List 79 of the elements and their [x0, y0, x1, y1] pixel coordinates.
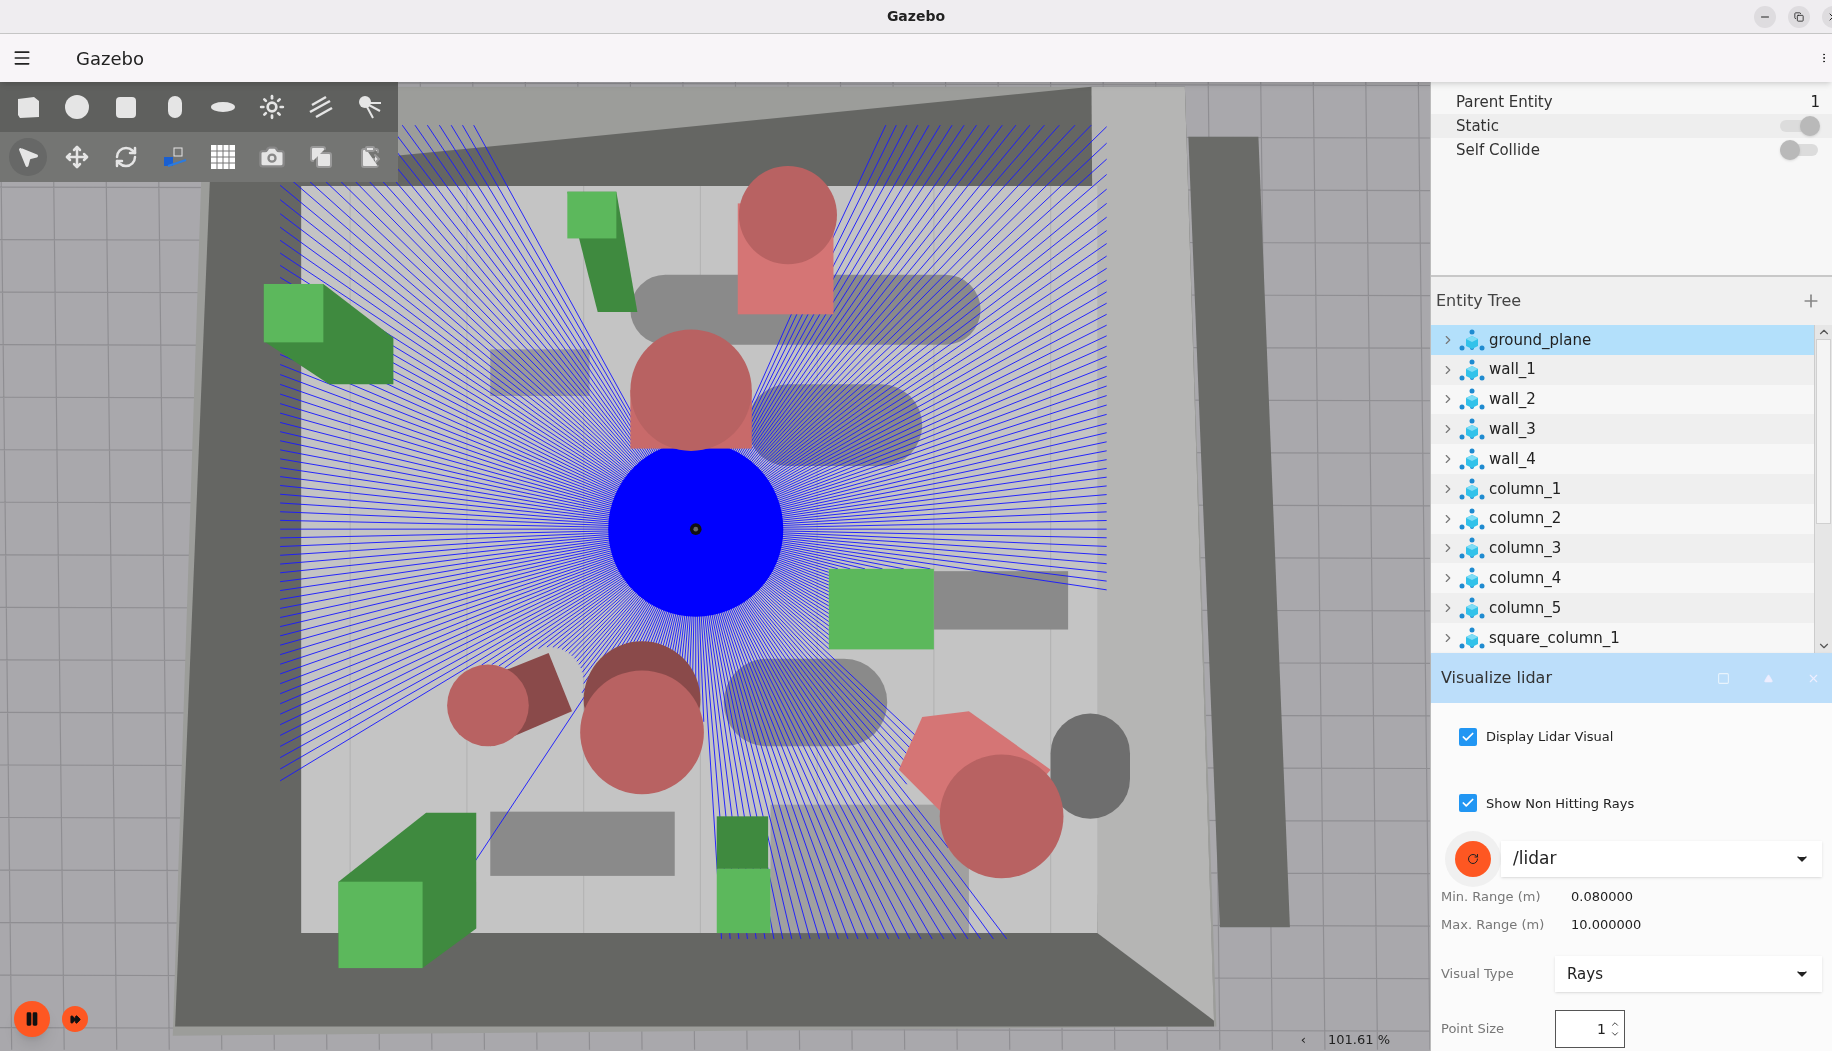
entity-name: column_4 [1489, 568, 1562, 589]
collapse-stats-button[interactable]: ‹ [1300, 1029, 1306, 1049]
sphere-shape-icon[interactable] [64, 94, 91, 120]
ellipsoid-shape-icon[interactable] [210, 101, 237, 113]
range-label: Max. Range (m) [1441, 915, 1546, 934]
decrement-icon [1610, 1029, 1620, 1039]
checkbox-label: Display Lidar Visual [1486, 728, 1614, 746]
plugin-title: Visualize lidar [1441, 667, 1552, 689]
model-icon [1459, 328, 1485, 351]
property-value: 1 [1810, 93, 1820, 111]
checkbox-label: Show Non Hitting Rays [1486, 794, 1635, 813]
property-label: Static [1456, 115, 1499, 137]
point-size-spinbox[interactable]: 1 [1555, 1010, 1625, 1048]
copy-icon [308, 145, 333, 169]
model-icon [1459, 477, 1485, 500]
checkbox[interactable] [1459, 794, 1477, 813]
model-icon [1459, 597, 1485, 620]
checkbox[interactable] [1459, 727, 1477, 746]
entity-name: wall_2 [1489, 389, 1536, 411]
tree-item[interactable]: wall_3 [1431, 414, 1814, 445]
cylinder-shape-icon[interactable] [114, 94, 137, 120]
model-icon [1459, 388, 1485, 411]
topic-dropdown[interactable]: /lidar [1501, 841, 1822, 877]
rotate-icon [113, 145, 138, 169]
entity-name: column_3 [1489, 538, 1562, 560]
model-icon [1459, 567, 1485, 590]
grid-icon [210, 144, 237, 170]
entity-name: column_5 [1489, 597, 1562, 619]
tree-item[interactable]: column_5 [1431, 593, 1814, 623]
entity-name: column_1 [1489, 478, 1562, 500]
refresh-icon [1467, 853, 1479, 865]
toggle-switch[interactable] [1780, 140, 1820, 160]
minimize-button[interactable] [1754, 5, 1776, 28]
scrollbar[interactable] [1814, 325, 1832, 653]
range-label: Min. Range (m) [1441, 888, 1542, 906]
tree-item[interactable]: ground_plane [1431, 325, 1814, 355]
restore-button[interactable] [1788, 5, 1810, 28]
capsule-shape-icon[interactable] [166, 95, 183, 119]
range-value: 10.000000 [1571, 915, 1642, 934]
model-icon [1459, 358, 1485, 381]
fast-forward-icon [69, 1013, 81, 1025]
range-value: 0.080000 [1571, 888, 1634, 906]
entity-name: wall_1 [1489, 359, 1536, 381]
model-icon [1459, 537, 1485, 560]
model-icon [1459, 507, 1485, 530]
increment-icon [1610, 1019, 1620, 1029]
property-label: Self Collide [1456, 139, 1540, 161]
model-icon [1459, 448, 1485, 471]
tree-item[interactable]: column_1 [1431, 474, 1814, 504]
pause-icon [24, 1011, 40, 1027]
model-icon [1459, 626, 1485, 649]
window-title: Gazebo [886, 7, 946, 26]
translate-icon [65, 145, 90, 169]
spot-light-icon[interactable] [356, 94, 383, 120]
field-label: Visual Type [1441, 965, 1515, 984]
select-arrow-icon [16, 145, 41, 169]
undock-icon [1717, 671, 1730, 685]
visual-type-dropdown[interactable]: Rays [1555, 956, 1822, 992]
app-title: Gazebo [76, 46, 144, 71]
entity-name: wall_3 [1489, 419, 1536, 441]
field-label: Point Size [1441, 1020, 1506, 1039]
restore-icon [1794, 11, 1804, 22]
snap-cube-icon [161, 145, 188, 169]
panel-title: Entity Tree [1436, 290, 1522, 312]
entity-name: ground_plane [1489, 329, 1592, 351]
property-label: Parent Entity [1456, 91, 1553, 113]
tree-item[interactable]: wall_1 [1431, 354, 1814, 385]
entity-name: square_column_1 [1489, 627, 1620, 649]
tool-button[interactable] [9, 138, 48, 176]
tree-item[interactable]: column_3 [1431, 533, 1814, 564]
menu-button[interactable] [12, 48, 32, 68]
model-icon [1459, 418, 1485, 441]
directional-light-icon[interactable] [307, 95, 334, 119]
entity-name: wall_4 [1489, 448, 1536, 470]
point-light-icon[interactable] [259, 94, 286, 120]
real-time-factor: 101.61 % [1328, 1030, 1390, 1049]
toggle-switch[interactable] [1780, 116, 1820, 136]
entity-name: column_2 [1489, 508, 1562, 530]
box-shape-icon[interactable] [15, 94, 42, 120]
